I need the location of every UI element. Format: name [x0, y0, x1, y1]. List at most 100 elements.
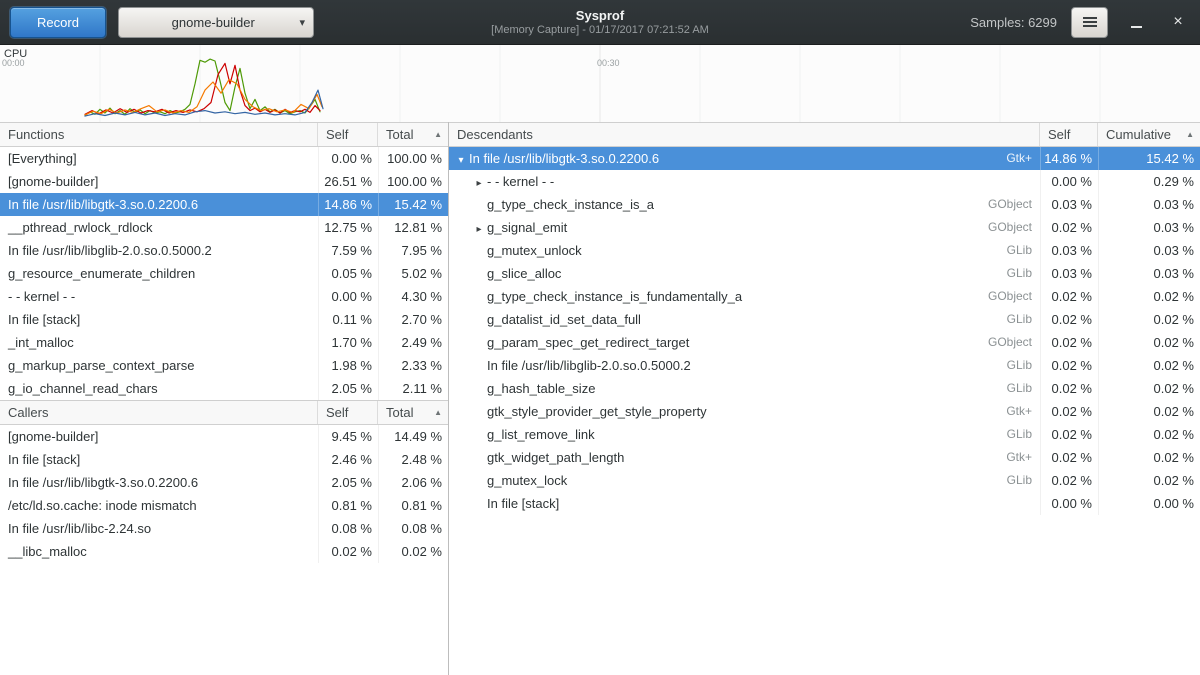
cumulative-percent: 0.03 %	[1098, 216, 1200, 239]
table-row[interactable]: g_type_check_instance_is_fundamentally_a…	[449, 285, 1200, 308]
table-row[interactable]: ▸- - kernel - -0.00 %0.29 %	[449, 170, 1200, 193]
table-row[interactable]: gtk_widget_path_lengthGtk+0.02 %0.02 %	[449, 446, 1200, 469]
self-percent: 0.05 %	[318, 262, 378, 285]
table-row[interactable]: In file [stack]0.11 %2.70 %	[0, 308, 448, 331]
table-row[interactable]: g_hash_table_sizeGLib0.02 %0.02 %	[449, 377, 1200, 400]
table-row[interactable]: g_markup_parse_context_parse1.98 %2.33 %	[0, 354, 448, 377]
total-percent: 2.70 %	[378, 308, 448, 331]
column-header-descendants[interactable]: Descendants	[449, 123, 1040, 146]
column-header-cumulative[interactable]: Cumulative ▲	[1098, 123, 1200, 146]
table-row[interactable]: g_mutex_lockGLib0.02 %0.02 %	[449, 469, 1200, 492]
table-row[interactable]: g_io_channel_read_chars2.05 %2.11 %	[0, 377, 448, 400]
self-percent: 1.98 %	[318, 354, 378, 377]
function-name: g_io_channel_read_chars	[0, 377, 318, 400]
expander-open-icon[interactable]: ▾	[453, 149, 469, 170]
column-header-self[interactable]: Self	[318, 123, 378, 146]
column-header-self[interactable]: Self	[1040, 123, 1098, 146]
column-header-functions[interactable]: Functions	[0, 123, 318, 146]
timeline-mid-label: 00:30	[597, 58, 620, 68]
library-tag: GObject	[970, 193, 1040, 216]
self-percent: 0.02 %	[1040, 469, 1098, 492]
function-name: gtk_widget_path_length	[449, 446, 970, 469]
table-row[interactable]: __pthread_rwlock_rdlock12.75 %12.81 %	[0, 216, 448, 239]
column-label: Cumulative	[1106, 123, 1171, 146]
chevron-down-icon: ▾	[299, 16, 305, 29]
total-percent: 0.08 %	[378, 517, 448, 540]
self-percent: 0.02 %	[318, 540, 378, 563]
process-selector-dropdown[interactable]: gnome-builder ▾	[118, 7, 314, 38]
function-name: ▾In file /usr/lib/libgtk-3.so.0.2200.6	[449, 147, 970, 170]
close-button[interactable]: ×	[1164, 8, 1192, 36]
function-name: g_mutex_unlock	[449, 239, 970, 262]
table-row[interactable]: In file [stack]2.46 %2.48 %	[0, 448, 448, 471]
function-name: g_type_check_instance_is_a	[449, 193, 970, 216]
table-row[interactable]: _int_malloc1.70 %2.49 %	[0, 331, 448, 354]
cumulative-percent: 15.42 %	[1098, 147, 1200, 170]
column-header-self[interactable]: Self	[318, 401, 378, 424]
library-tag: GLib	[970, 262, 1040, 285]
function-name-label: - - kernel - -	[487, 174, 554, 189]
expander-closed-icon[interactable]: ▸	[471, 172, 487, 193]
column-header-callers[interactable]: Callers	[0, 401, 318, 424]
column-label: Descendants	[457, 123, 533, 146]
table-row[interactable]: In file /usr/lib/libglib-2.0.so.0.5000.2…	[449, 354, 1200, 377]
table-row[interactable]: g_resource_enumerate_children0.05 %5.02 …	[0, 262, 448, 285]
function-name-label: g_signal_emit	[487, 220, 567, 235]
function-name: [Everything]	[0, 147, 318, 170]
function-name-label: gtk_widget_path_length	[487, 450, 624, 465]
column-header-total[interactable]: Total ▲	[378, 401, 448, 424]
function-name: ▸g_signal_emit	[449, 216, 970, 239]
table-row[interactable]: g_type_check_instance_is_aGObject0.03 %0…	[449, 193, 1200, 216]
descendants-table: Descendants Self Cumulative ▲ ▾In file /…	[449, 122, 1200, 515]
minimize-button[interactable]	[1122, 8, 1150, 36]
table-row[interactable]: ▾In file /usr/lib/libgtk-3.so.0.2200.6Gt…	[449, 147, 1200, 170]
function-name-label: g_param_spec_get_redirect_target	[487, 335, 689, 350]
close-icon: ×	[1173, 13, 1182, 31]
table-row[interactable]: In file /usr/lib/libc-2.24.so0.08 %0.08 …	[0, 517, 448, 540]
function-name-label: In file /usr/lib/libgtk-3.so.0.2200.6	[469, 151, 659, 166]
cpu-timeline[interactable]: CPU 00:00 00:30	[0, 45, 1200, 122]
function-name-label: g_datalist_id_set_data_full	[487, 312, 641, 327]
function-name: In file [stack]	[449, 492, 970, 515]
headerbar-right: Samples: 6299 ×	[970, 7, 1192, 38]
function-name-label: g_mutex_lock	[487, 473, 567, 488]
function-name: In file [stack]	[0, 448, 318, 471]
table-row[interactable]: ▸g_signal_emitGObject0.02 %0.03 %	[449, 216, 1200, 239]
table-row[interactable]: g_param_spec_get_redirect_targetGObject0…	[449, 331, 1200, 354]
column-header-total[interactable]: Total ▲	[378, 123, 448, 146]
functions-table: Functions Self Total ▲ [Everything]0.00 …	[0, 122, 448, 400]
table-row[interactable]: [gnome-builder]9.45 %14.49 %	[0, 425, 448, 448]
callers-table-body: [gnome-builder]9.45 %14.49 %In file [sta…	[0, 425, 448, 563]
table-row[interactable]: __libc_malloc0.02 %0.02 %	[0, 540, 448, 563]
column-label: Total	[386, 123, 413, 146]
record-button[interactable]: Record	[10, 7, 106, 38]
table-row[interactable]: In file /usr/lib/libgtk-3.so.0.2200.62.0…	[0, 471, 448, 494]
hamburger-menu-button[interactable]	[1071, 7, 1108, 38]
library-tag: Gtk+	[970, 147, 1040, 170]
self-percent: 0.02 %	[1040, 285, 1098, 308]
timeline-start-label: 00:00	[2, 58, 25, 68]
table-row[interactable]: [gnome-builder]26.51 %100.00 %	[0, 170, 448, 193]
function-name-label: g_slice_alloc	[487, 266, 561, 281]
self-percent: 0.02 %	[1040, 400, 1098, 423]
function-name-label: gtk_style_provider_get_style_property	[487, 404, 707, 419]
table-row[interactable]: [Everything]0.00 %100.00 %	[0, 147, 448, 170]
table-row[interactable]: g_mutex_unlockGLib0.03 %0.03 %	[449, 239, 1200, 262]
table-row[interactable]: g_list_remove_linkGLib0.02 %0.02 %	[449, 423, 1200, 446]
sysprof-window: Record gnome-builder ▾ Sysprof [Memory C…	[0, 0, 1200, 675]
column-label: Self	[326, 401, 348, 424]
table-row[interactable]: In file /usr/lib/libgtk-3.so.0.2200.614.…	[0, 193, 448, 216]
table-row[interactable]: g_slice_allocGLib0.03 %0.03 %	[449, 262, 1200, 285]
table-row[interactable]: /etc/ld.so.cache: inode mismatch0.81 %0.…	[0, 494, 448, 517]
table-row[interactable]: In file [stack]0.00 %0.00 %	[449, 492, 1200, 515]
function-name: In file /usr/lib/libgtk-3.so.0.2200.6	[0, 193, 318, 216]
table-row[interactable]: In file /usr/lib/libglib-2.0.so.0.5000.2…	[0, 239, 448, 262]
table-row[interactable]: gtk_style_provider_get_style_propertyGtk…	[449, 400, 1200, 423]
function-name: g_slice_alloc	[449, 262, 970, 285]
total-percent: 12.81 %	[378, 216, 448, 239]
expander-closed-icon[interactable]: ▸	[471, 218, 487, 239]
samples-count: Samples: 6299	[970, 15, 1057, 30]
table-row[interactable]: - - kernel - -0.00 %4.30 %	[0, 285, 448, 308]
table-row[interactable]: g_datalist_id_set_data_fullGLib0.02 %0.0…	[449, 308, 1200, 331]
function-name: In file /usr/lib/libc-2.24.so	[0, 517, 318, 540]
